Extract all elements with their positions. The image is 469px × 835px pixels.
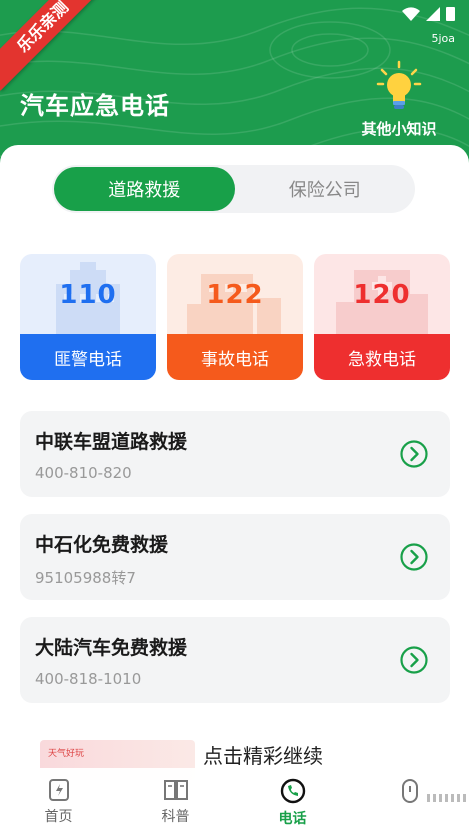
nav-home[interactable]: 首页 <box>0 768 117 835</box>
nav-phone-label: 电话 <box>278 811 307 827</box>
nav-home-label: 首页 <box>44 809 73 825</box>
list-item-phone: 400-810-820 <box>35 464 132 482</box>
emergency-cards: 110 匪警电话 122 事故电话 120 急救电话 <box>20 254 450 380</box>
content-sheet: 道路救援 保险公司 110 匪警电话 122 事故电话 120 急救电话 中联车… <box>0 145 469 835</box>
chevron-right-circle-icon[interactable] <box>400 543 428 571</box>
chevron-right-circle-icon[interactable] <box>400 646 428 674</box>
signal-icon <box>426 6 440 21</box>
ambulance-card[interactable]: 120 急救电话 <box>314 254 450 380</box>
status-bar <box>402 6 455 21</box>
tips-button[interactable]: 其他小知识 <box>349 60 449 139</box>
bottom-nav: 首页 科普 电话 <box>0 768 469 835</box>
lightbulb-icon <box>376 60 422 109</box>
list-item-name: 大陆汽车免费救援 <box>35 637 188 659</box>
list-item[interactable]: 中联车盟道路救援 400-810-820 <box>20 411 450 497</box>
status-label: 5joa <box>431 32 455 45</box>
ambulance-number: 120 <box>353 280 411 310</box>
tips-label: 其他小知识 <box>361 120 437 138</box>
promo-text: 点击精彩继续 <box>203 744 323 768</box>
list-item-phone: 95105988转7 <box>35 569 136 587</box>
accident-number: 122 <box>206 280 264 310</box>
list-item-name: 中石化免费救援 <box>35 534 169 556</box>
nav-phone[interactable]: 电话 <box>234 768 351 835</box>
list-item[interactable]: 大陆汽车免费救援 400-818-1010 <box>20 617 450 703</box>
watermark-dots-icon <box>427 794 466 802</box>
phone-icon <box>280 778 305 804</box>
book-icon <box>163 780 188 800</box>
tab-insurance[interactable]: 保险公司 <box>235 167 416 211</box>
promo-thumb-text: 天气好玩 <box>48 749 85 759</box>
list-item[interactable]: 中石化免费救援 95105988转7 <box>20 514 450 600</box>
battery-icon <box>446 7 455 21</box>
accident-label: 事故电话 <box>167 334 303 380</box>
nav-science-label: 科普 <box>161 809 190 825</box>
rescue-list: 中联车盟道路救援 400-810-820 中石化免费救援 95105988转7 … <box>20 411 450 720</box>
category-tabs: 道路救援 保险公司 <box>52 165 415 213</box>
list-item-phone: 400-818-1010 <box>35 670 142 688</box>
profile-icon <box>401 779 418 803</box>
wifi-icon <box>402 6 420 21</box>
police-number: 110 <box>59 280 117 310</box>
list-item-name: 中联车盟道路救援 <box>35 431 188 453</box>
tab-road-rescue[interactable]: 道路救援 <box>54 167 235 211</box>
police-card[interactable]: 110 匪警电话 <box>20 254 156 380</box>
accident-card[interactable]: 122 事故电话 <box>167 254 303 380</box>
police-label: 匪警电话 <box>20 334 156 380</box>
home-icon <box>48 779 69 801</box>
chevron-right-circle-icon[interactable] <box>400 440 428 468</box>
nav-science[interactable]: 科普 <box>117 768 234 835</box>
ambulance-label: 急救电话 <box>314 334 450 380</box>
page-title: 汽车应急电话 <box>20 92 170 120</box>
